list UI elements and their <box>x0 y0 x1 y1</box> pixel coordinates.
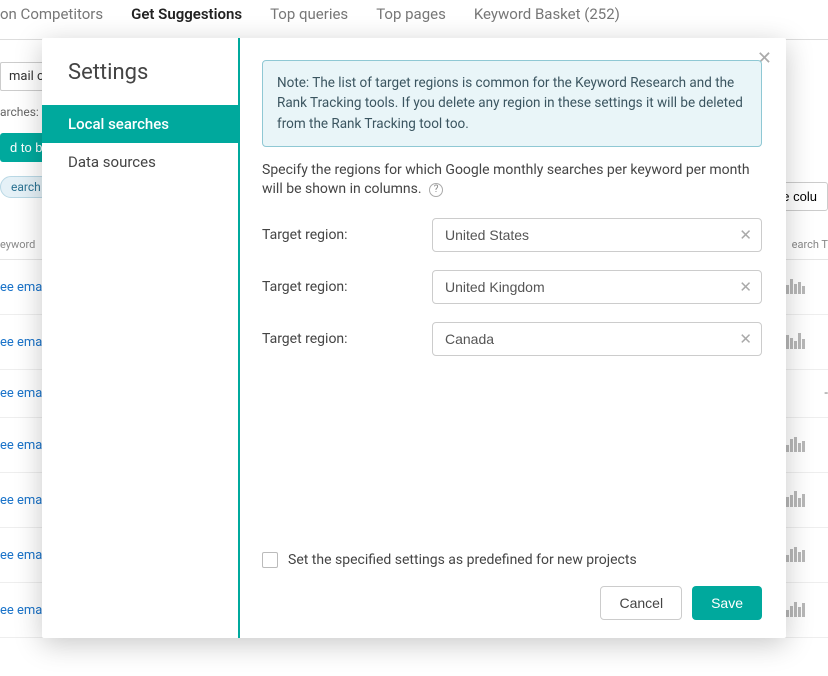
tab-top-queries[interactable]: Top queries <box>270 5 348 23</box>
description-text: Specify the regions for which Google mon… <box>262 161 762 200</box>
sidebar-item-data-sources[interactable]: Data sources <box>42 143 238 181</box>
target-region-label: Target region: <box>262 279 432 295</box>
target-region-input[interactable] <box>432 322 762 356</box>
keyword-link[interactable]: ee ema <box>0 335 42 350</box>
tab-get-suggestions[interactable]: Get Suggestions <box>131 5 242 23</box>
keyword-link[interactable]: ee ema <box>0 493 42 508</box>
info-note: Note: The list of target regions is comm… <box>262 60 762 147</box>
keyword-link[interactable]: ee ema <box>0 280 42 295</box>
sidebar-item-local-searches[interactable]: Local searches <box>42 105 238 143</box>
cancel-button[interactable]: Cancel <box>600 586 682 620</box>
keyword-link[interactable]: ee ema <box>0 386 42 401</box>
settings-modal: ✕ Settings Local searches Data sources N… <box>42 38 786 638</box>
modal-title: Settings <box>42 60 238 105</box>
target-region-label: Target region: <box>262 227 432 243</box>
predefined-checkbox[interactable] <box>262 552 278 568</box>
target-region-input[interactable] <box>432 218 762 252</box>
clear-icon[interactable]: ✕ <box>739 226 752 244</box>
predefined-checkbox-label: Set the specified settings as predefined… <box>288 552 637 568</box>
clear-icon[interactable]: ✕ <box>739 330 752 348</box>
target-region-input[interactable] <box>432 270 762 304</box>
keyword-link[interactable]: ee ema <box>0 548 42 563</box>
keyword-link[interactable]: ee ema <box>0 438 42 453</box>
target-region-label: Target region: <box>262 331 432 347</box>
save-button[interactable]: Save <box>692 586 762 620</box>
tab-competitors[interactable]: on Competitors <box>0 5 103 23</box>
tab-keyword-basket[interactable]: Keyword Basket (252) <box>474 5 620 23</box>
help-icon[interactable]: ? <box>429 183 443 197</box>
tab-top-pages[interactable]: Top pages <box>376 5 446 23</box>
clear-icon[interactable]: ✕ <box>739 278 752 296</box>
